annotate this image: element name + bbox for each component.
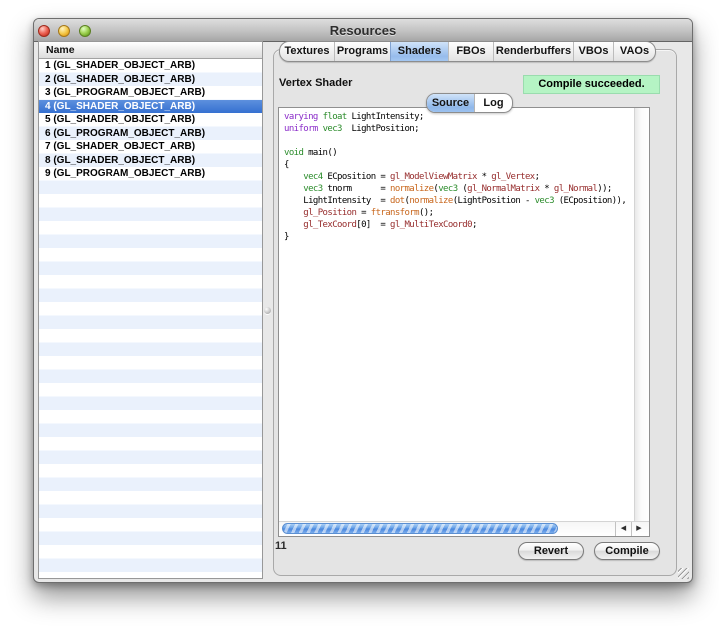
source-log-segmented-control: Source Log (426, 93, 513, 113)
list-item[interactable]: 8 (GL_SHADER_OBJECT_ARB) (39, 154, 262, 168)
resource-list[interactable]: 1 (GL_SHADER_OBJECT_ARB) 2 (GL_SHADER_OB… (39, 59, 262, 578)
scroll-left-arrow-icon: ◀ (621, 525, 626, 532)
code-content[interactable]: varying float LightIntensity;uniform vec… (284, 111, 633, 519)
vertical-scrollbar[interactable] (634, 108, 649, 522)
revert-button[interactable]: Revert (518, 542, 584, 560)
tab-vaos[interactable]: VAOs (613, 42, 655, 61)
tab-fbos[interactable]: FBOs (448, 42, 493, 61)
horizontal-scrollbar[interactable]: ◀ ▶ (279, 521, 649, 536)
list-item[interactable]: 2 (GL_SHADER_OBJECT_ARB) (39, 73, 262, 87)
subtab-log[interactable]: Log (474, 94, 512, 112)
scrollbar-arrow-buttons: ◀ ▶ (615, 522, 647, 536)
list-item[interactable]: 1 (GL_SHADER_OBJECT_ARB) (39, 59, 262, 73)
list-header-name[interactable]: Name (39, 42, 262, 59)
scroll-left-button[interactable]: ◀ (616, 522, 631, 536)
resources-window: Resources Name 1 (GL_SHADER_OBJECT_ARB) … (33, 18, 693, 583)
source-editor[interactable]: varying float LightIntensity;uniform vec… (278, 107, 650, 537)
title-bar[interactable]: Resources (34, 19, 692, 42)
scrollbar-thumb[interactable] (282, 523, 558, 534)
desktop: Resources Name 1 (GL_SHADER_OBJECT_ARB) … (0, 0, 719, 632)
scroll-right-arrow-icon: ▶ (636, 525, 641, 532)
splitter-handle[interactable] (264, 307, 271, 314)
list-item[interactable]: 5 (GL_SHADER_OBJECT_ARB) (39, 113, 262, 127)
tab-textures[interactable]: Textures (280, 42, 334, 61)
tab-bar: Textures Programs Shaders FBOs Renderbuf… (279, 41, 656, 62)
list-item[interactable]: 3 (GL_PROGRAM_OBJECT_ARB) (39, 86, 262, 100)
list-item[interactable]: 7 (GL_SHADER_OBJECT_ARB) (39, 140, 262, 154)
list-item-selected[interactable]: 4 (GL_SHADER_OBJECT_ARB) (39, 100, 262, 114)
line-count-label: 11 (275, 540, 287, 552)
subtab-source[interactable]: Source (427, 94, 474, 112)
tab-programs[interactable]: Programs (334, 42, 390, 61)
tab-vbos[interactable]: VBOs (573, 42, 613, 61)
list-item[interactable]: 9 (GL_PROGRAM_OBJECT_ARB) (39, 167, 262, 181)
compile-status-badge: Compile succeeded. (523, 75, 660, 94)
resize-grip-icon[interactable] (678, 568, 689, 579)
tab-shaders[interactable]: Shaders (390, 42, 448, 61)
resource-list-panel: Name 1 (GL_SHADER_OBJECT_ARB) 2 (GL_SHAD… (38, 41, 263, 579)
window-title: Resources (34, 23, 692, 38)
tab-renderbuffers[interactable]: Renderbuffers (493, 42, 573, 61)
list-item[interactable]: 6 (GL_PROGRAM_OBJECT_ARB) (39, 127, 262, 141)
shader-type-label: Vertex Shader (279, 77, 352, 89)
scroll-right-button[interactable]: ▶ (631, 522, 646, 536)
compile-button[interactable]: Compile (594, 542, 660, 560)
